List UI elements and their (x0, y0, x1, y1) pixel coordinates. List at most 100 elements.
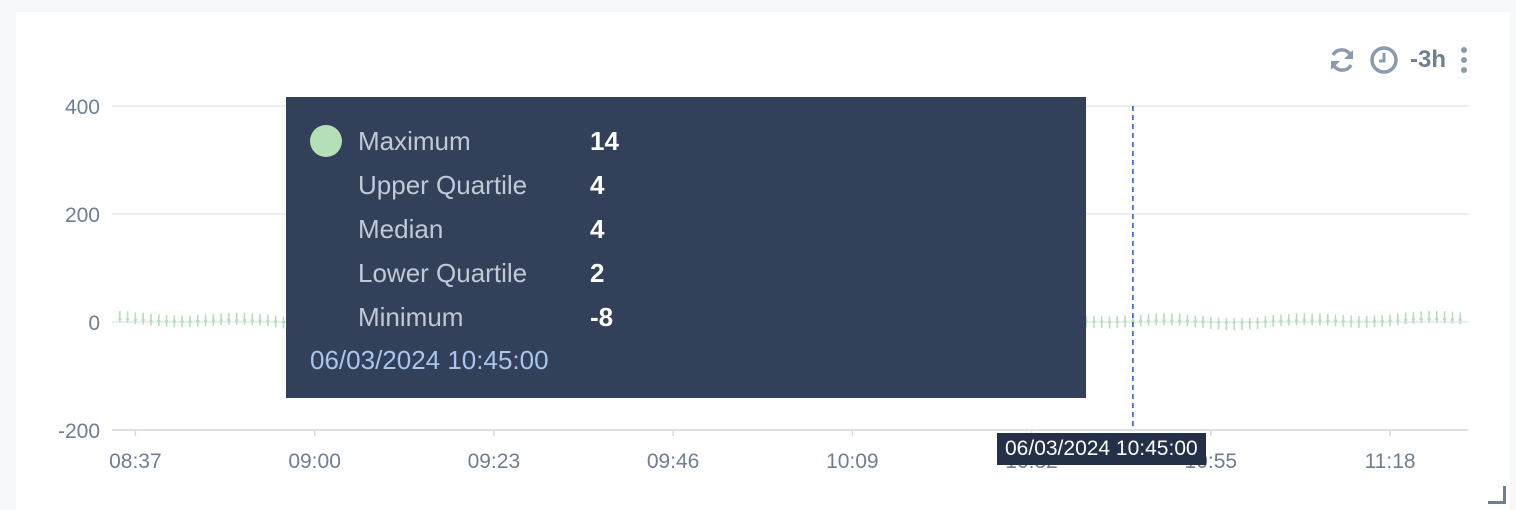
box-body (196, 320, 200, 323)
box-body (1146, 319, 1151, 322)
tooltip-row-upper-quartile: Upper Quartile 4 (310, 163, 1062, 207)
box-body (1404, 318, 1408, 321)
y-tick-label: -200 (58, 420, 100, 443)
box-body (1240, 321, 1244, 324)
box-body (266, 319, 270, 322)
box-body (1450, 318, 1455, 321)
tooltip-label: Maximum (358, 125, 471, 156)
box-body (1139, 319, 1143, 322)
box-body (1123, 320, 1127, 323)
box-body (1224, 321, 1229, 324)
box-body (125, 318, 130, 321)
box-body (1217, 321, 1221, 324)
tooltip-value: 2 (590, 257, 605, 288)
box-body (1302, 319, 1306, 322)
tooltip-label: Minimum (358, 301, 464, 332)
box-body (141, 319, 145, 322)
box-body (133, 318, 137, 321)
tooltip-label: Upper Quartile (358, 169, 528, 200)
tooltip-value: 14 (590, 125, 619, 156)
x-tick-label: 08:37 (109, 450, 162, 473)
box-body (1435, 317, 1439, 320)
box-body (250, 319, 254, 322)
box-body (118, 317, 122, 320)
box-body (1185, 319, 1190, 322)
tooltip-value: 4 (590, 213, 605, 244)
tooltip-label: Lower Quartile (358, 257, 528, 288)
box-body (1287, 319, 1291, 322)
box-body (1318, 319, 1322, 322)
crosshair-time-label: 06/03/2024 10:45:00 (997, 433, 1206, 465)
box-body (281, 320, 286, 323)
box-body (1458, 318, 1462, 321)
tooltip-value: -8 (590, 301, 614, 332)
tooltip-row-maximum: Maximum 14 (310, 119, 1062, 163)
box-body (1248, 321, 1252, 324)
box-body (1365, 320, 1369, 323)
box-body (1341, 320, 1345, 323)
x-tick-label: 09:46 (647, 450, 700, 473)
x-tick-label: 09:23 (468, 450, 521, 473)
box-body (188, 320, 192, 323)
box-body (1232, 321, 1236, 324)
box-body (1279, 319, 1283, 322)
box-body (164, 320, 169, 323)
box-body (1255, 321, 1260, 324)
box-body (1372, 320, 1377, 323)
box-body (157, 319, 161, 322)
box-body (180, 320, 184, 323)
box-body (1396, 319, 1400, 322)
y-tick-label: 0 (88, 312, 100, 335)
box-body (1357, 320, 1361, 323)
tooltip-label: Median (358, 213, 444, 244)
box-body (1115, 320, 1119, 323)
box-body (211, 319, 215, 322)
box-body (149, 319, 153, 322)
box-body (1380, 320, 1384, 323)
box-body (172, 320, 176, 323)
box-body (1100, 320, 1104, 323)
resize-handle[interactable] (1488, 486, 1506, 504)
y-tick-label: 200 (65, 204, 100, 227)
box-body (258, 319, 262, 322)
box-body (1349, 320, 1353, 323)
box-body (1209, 321, 1213, 324)
box-body (1092, 320, 1096, 323)
box-body (1443, 318, 1447, 321)
tooltip-row-minimum: Minimum -8 (310, 295, 1062, 339)
box-body (242, 319, 247, 322)
box-body (1419, 318, 1423, 321)
series-swatch (310, 125, 342, 157)
box-body (1201, 320, 1205, 323)
box-body (274, 320, 278, 323)
box-body (1131, 320, 1135, 323)
box-body (1178, 319, 1182, 322)
box-body (1193, 320, 1197, 323)
box-body (1326, 319, 1330, 322)
box-body (1154, 319, 1158, 322)
x-tick-label: 09:00 (288, 450, 341, 473)
box-body (1427, 317, 1431, 320)
tooltip: Maximum 14 Upper Quartile 4 Median 4 Low… (286, 97, 1086, 398)
box-body (203, 319, 208, 322)
box-body (1388, 319, 1392, 322)
box-body (1294, 319, 1299, 322)
box-body (1107, 320, 1112, 323)
x-tick-label: 11:18 (1365, 450, 1416, 473)
box-body (1162, 319, 1166, 322)
box-body (1271, 320, 1275, 323)
y-tick-label: 400 (65, 96, 100, 119)
box-body (1263, 320, 1267, 323)
box-body (1333, 319, 1338, 322)
box-body (227, 319, 231, 322)
box-body (219, 319, 223, 322)
tooltip-timestamp: 06/03/2024 10:45:00 (310, 345, 549, 375)
tooltip-row-lower-quartile: Lower Quartile 2 (310, 251, 1062, 295)
box-body (1170, 319, 1174, 322)
box-body (1411, 318, 1416, 321)
box-body (235, 319, 239, 322)
x-tick-label: 10:09 (826, 450, 879, 473)
tooltip-value: 4 (590, 169, 605, 200)
box-body (1310, 319, 1314, 322)
tooltip-row-median: Median 4 (310, 207, 1062, 251)
